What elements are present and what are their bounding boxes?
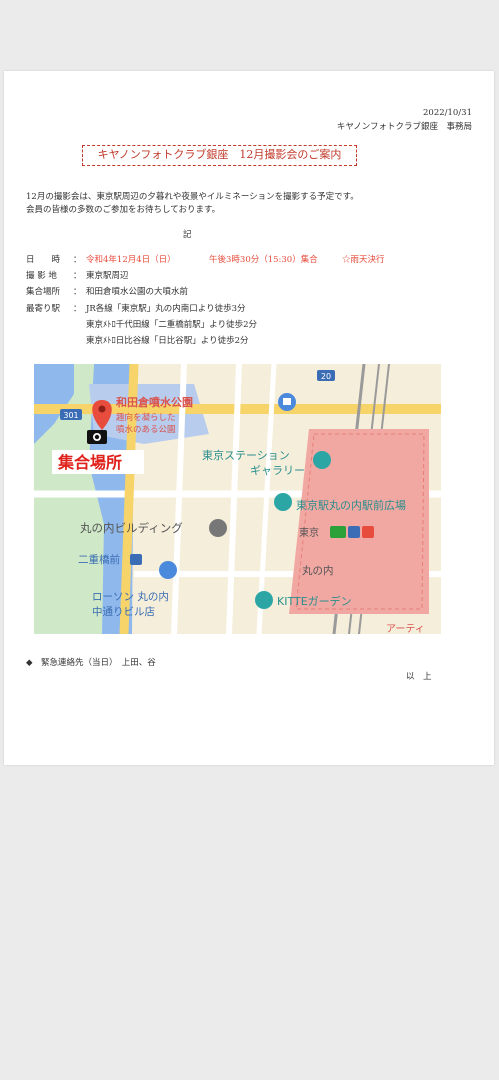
row-colon: ： [73,287,82,297]
lawson-label-2: 中通りビル店 [92,605,155,618]
nijubashi-label: 二重橋前 [78,553,120,566]
route-20-label: 20 [321,372,331,381]
kitte-label: KITTEガーデン [277,594,352,608]
intro-line-2: 会員の皆様の多数のご参加をお待ちしております。 [26,205,221,215]
building-pin-icon [209,519,227,537]
park-sub-label-2: 噴水のある公園 [116,424,176,435]
row-colon: ： [73,304,82,314]
gallery-label-1: 東京ステーション [202,448,290,462]
gallery-pin-icon [313,451,331,469]
shop-icon [159,561,177,579]
plaza-pin-icon [274,493,292,511]
row-value-weather: ☆雨天決行 [342,255,385,265]
row-value-meeting: 和田倉噴水公園の大噴水前 [86,287,189,297]
marunouchi-label: 丸の内 [302,564,334,577]
park-name-label: 和田倉噴水公園 [116,395,193,409]
jr-icon [330,526,346,538]
row-label-location: 撮 影 地 [26,271,57,281]
ki-mark: 記 [183,230,192,240]
metro-icon-2 [362,526,374,538]
row-value-station-3: 東京ﾒﾄﾛ日比谷線「日比谷駅」より徒歩2分 [86,336,249,346]
lawson-label-1: ローソン 丸の内 [92,590,169,603]
row-value-location: 東京駅周辺 [86,271,129,281]
metro-icon [348,526,360,538]
document-title: キヤノンフォトクラブ銀座 12月撮影会のご案内 [82,145,357,166]
plaza-label: 東京駅丸の内駅前広場 [296,498,406,512]
row-value-time: 午後3時30分（15:30）集合 [209,255,318,265]
gallery-label-2: ギャラリー [250,464,305,477]
kitte-pin-icon [255,591,273,609]
location-map: 301 20 和田倉噴水公園 趣向を凝らした 噴水のある公園 集合場所 東京ステ… [34,364,441,634]
route-301-label: 301 [63,411,78,420]
row-label-datetime: 日 時 [26,255,61,265]
row-label-station: 最寄り駅 [26,304,61,314]
row-value-station-2: 東京ﾒﾄﾛ千代田線「二重橋前駅」より徒歩2分 [86,320,257,330]
organizer: キヤノンフォトクラブ銀座 事務局 [336,122,472,132]
row-colon: ： [73,271,82,281]
park-sub-label-1: 趣向を凝らした [116,412,176,423]
row-colon: ： [73,255,82,265]
marunouchi-building-label: 丸の内ビルディング [80,521,183,535]
document-date: 2022/10/31 [423,108,472,118]
row-value-station-1: JR各線「東京駅」丸の内南口より徒歩3分 [86,304,246,314]
nijubashi-metro-icon [130,554,142,565]
intro-line-1: 12月の撮影会は、東京駅周辺の夕暮れや夜景やイルミネーションを撮影する予定です。 [26,192,359,202]
end-mark: 以 上 [406,672,432,682]
document-page: 2022/10/31 キヤノンフォトクラブ銀座 事務局 キヤノンフォトクラブ銀座… [4,71,494,765]
emergency-contact: ◆ 緊急連絡先（当日） 上田、谷 [26,658,156,668]
meeting-place-label: 集合場所 [57,453,122,472]
row-label-meeting: 集合場所 [26,287,61,297]
row-value-date: 令和4年12月4日（日） [86,255,176,265]
arty-label: アーティ [386,624,425,634]
tokyo-station-label: 東京 [299,526,319,539]
